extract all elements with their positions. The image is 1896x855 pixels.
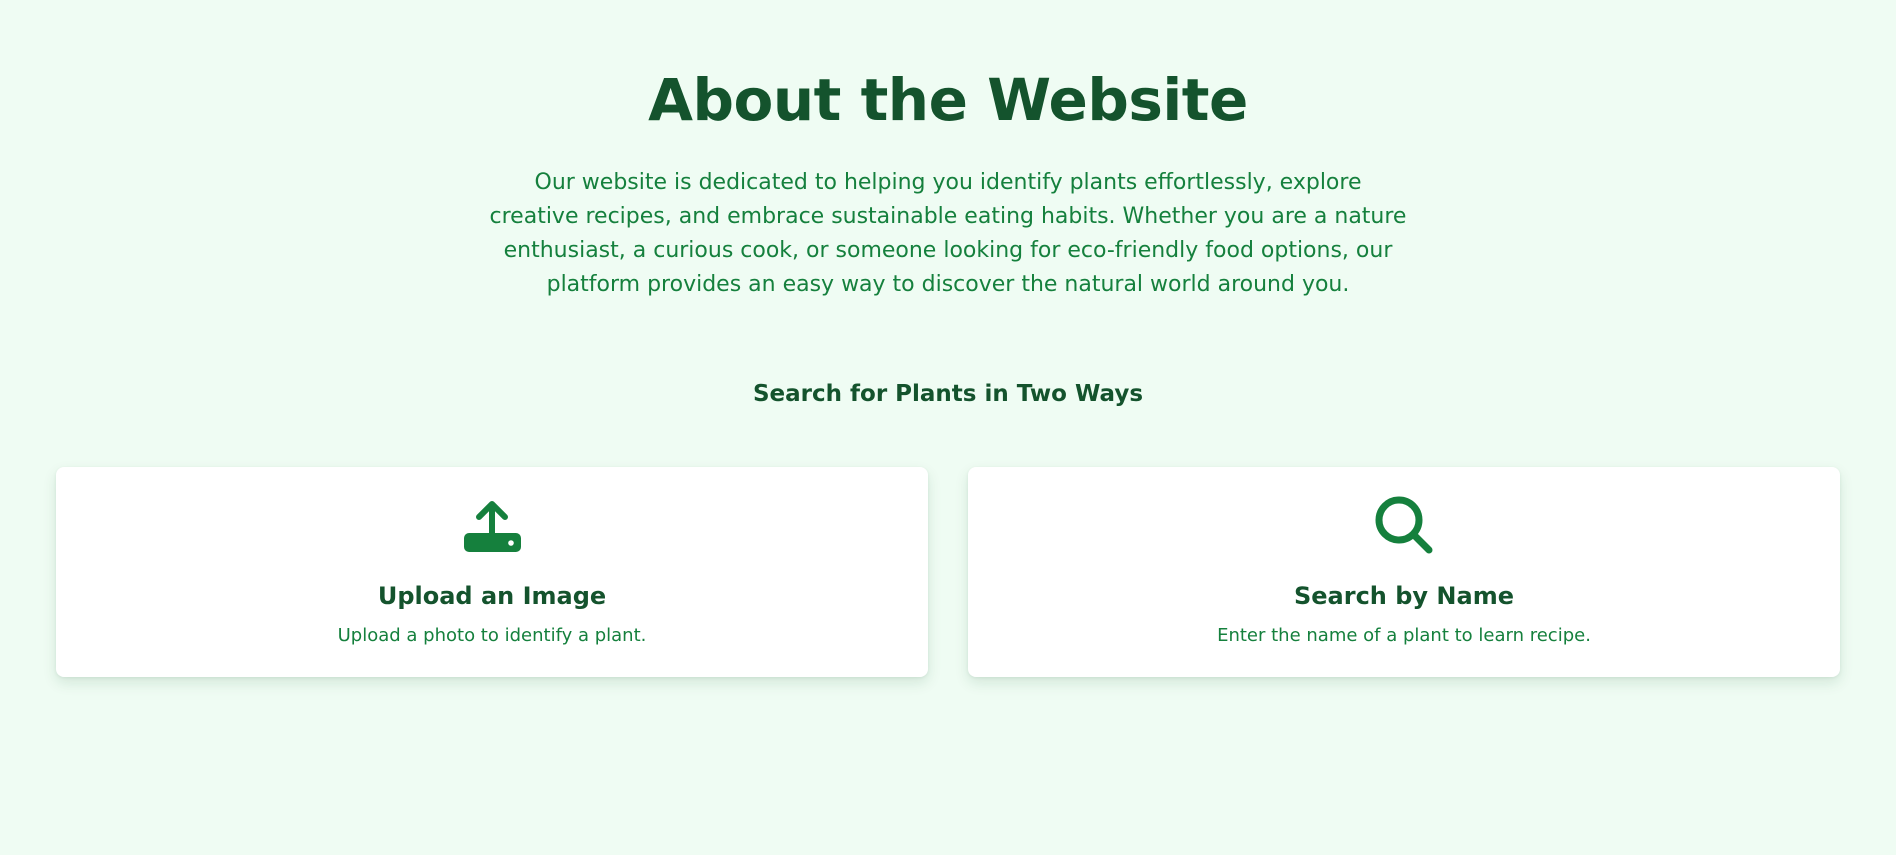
search-by-name-card[interactable]: Search by Name Enter the name of a plant… [968, 467, 1840, 677]
page-title: About the Website [648, 66, 1248, 134]
search-icon [1375, 496, 1433, 554]
upload-image-description: Upload a photo to identify a plant. [337, 625, 647, 646]
upload-image-card[interactable]: Upload an Image Upload a photo to identi… [56, 467, 928, 677]
upload-icon [464, 501, 521, 552]
intro-paragraph: Our website is dedicated to helping you … [489, 170, 1407, 297]
search-by-name-title: Search by Name [1293, 582, 1514, 610]
search-by-name-description: Enter the name of a plant to learn recip… [1217, 625, 1591, 646]
search-section-title: Search for Plants in Two Ways [752, 381, 1144, 407]
upload-image-title: Upload an Image [377, 582, 607, 610]
about-page: About the Website Our website is dedicat… [0, 0, 1896, 855]
